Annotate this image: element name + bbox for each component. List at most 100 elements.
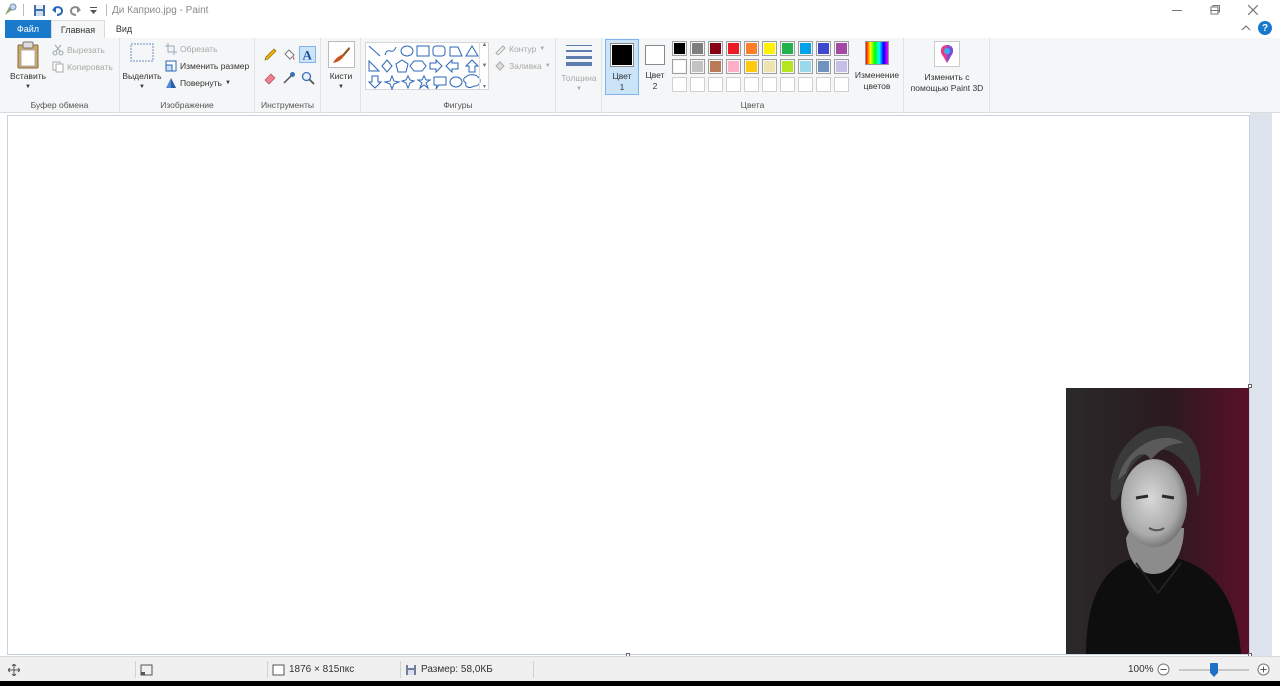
select-button[interactable]: Выделить ▼ bbox=[122, 41, 162, 93]
rotate-button[interactable]: Повернуть ▼ bbox=[165, 77, 231, 89]
tab-view[interactable]: Вид bbox=[105, 20, 143, 38]
custom-color-slot[interactable] bbox=[798, 77, 813, 92]
crop-button[interactable]: Обрезать bbox=[165, 43, 218, 55]
custom-color-slot[interactable] bbox=[744, 77, 759, 92]
edit-colors-button[interactable]: Изменение цветов bbox=[852, 41, 902, 92]
zoom-in-button[interactable] bbox=[1257, 657, 1270, 682]
edit-with-paint3d-button[interactable]: Изменить с помощью Paint 3D bbox=[906, 41, 988, 94]
undo-icon[interactable] bbox=[49, 2, 65, 18]
palette-swatch[interactable] bbox=[744, 41, 759, 56]
collapse-ribbon-icon[interactable] bbox=[1241, 23, 1251, 35]
copy-button[interactable]: Копировать bbox=[52, 61, 113, 73]
palette-swatch[interactable] bbox=[816, 59, 831, 74]
image-group-label: Изображение bbox=[160, 100, 214, 110]
fill-icon bbox=[494, 60, 506, 72]
paste-button[interactable]: Вставить ▼ bbox=[8, 41, 48, 93]
custom-color-slot[interactable] bbox=[834, 77, 849, 92]
custom-color-slot[interactable] bbox=[762, 77, 777, 92]
pencil-icon[interactable] bbox=[263, 48, 277, 62]
fill-bucket-icon[interactable] bbox=[282, 48, 296, 62]
palette-swatch[interactable] bbox=[762, 59, 777, 74]
zoom-in-icon bbox=[1257, 663, 1270, 676]
tools-group-label: Инструменты bbox=[260, 100, 314, 110]
magnifier-icon[interactable] bbox=[301, 71, 315, 85]
save-icon[interactable] bbox=[31, 2, 47, 18]
tab-home[interactable]: Главная bbox=[51, 20, 105, 38]
size-button[interactable]: Толщина ▼ bbox=[559, 42, 599, 95]
canvas-resize-handle-right[interactable] bbox=[1248, 384, 1252, 388]
resize-button[interactable]: Изменить размер bbox=[165, 60, 249, 72]
palette-swatch-color bbox=[746, 61, 757, 72]
eraser-icon[interactable] bbox=[263, 71, 277, 85]
scroll-up-icon[interactable]: ▲ bbox=[482, 42, 488, 48]
custom-color-slot[interactable] bbox=[690, 77, 705, 92]
paint-app-icon[interactable] bbox=[2, 2, 18, 18]
restore-button[interactable] bbox=[1196, 0, 1234, 20]
zoom-slider-thumb[interactable] bbox=[1210, 663, 1218, 677]
crop-label: Обрезать bbox=[180, 44, 218, 54]
palette-swatch[interactable] bbox=[798, 59, 813, 74]
customize-quick-access-icon[interactable] bbox=[85, 2, 101, 18]
minimize-icon bbox=[1172, 10, 1182, 11]
cut-button[interactable]: Вырезать bbox=[52, 44, 105, 56]
palette-swatch[interactable] bbox=[834, 41, 849, 56]
palette-swatch-color bbox=[764, 43, 775, 54]
redo-icon[interactable] bbox=[67, 2, 83, 18]
palette-swatch[interactable] bbox=[690, 41, 705, 56]
palette-swatch[interactable] bbox=[672, 59, 687, 74]
palette-swatch-color bbox=[710, 61, 721, 72]
paint3d-label-line1: Изменить с bbox=[924, 72, 970, 82]
close-button[interactable] bbox=[1234, 0, 1272, 20]
shapes-group-label: Фигуры bbox=[443, 100, 473, 110]
palette-swatch[interactable] bbox=[672, 41, 687, 56]
text-tool-icon[interactable]: A bbox=[299, 46, 316, 63]
status-divider bbox=[135, 661, 136, 678]
tools-group: A Инструменты bbox=[255, 38, 321, 113]
shapes-scroll[interactable]: ▲ ▼ ▾ bbox=[479, 42, 489, 90]
custom-color-slot[interactable] bbox=[672, 77, 687, 92]
file-size: Размер: 58,0КБ bbox=[405, 657, 493, 682]
palette-swatch[interactable] bbox=[726, 41, 741, 56]
color-picker-icon[interactable] bbox=[282, 71, 296, 85]
colors-group-label: Цвета bbox=[740, 100, 765, 110]
color2-button[interactable]: Цвет 2 bbox=[640, 39, 670, 92]
palette-swatch[interactable] bbox=[708, 59, 723, 74]
palette-swatch[interactable] bbox=[780, 41, 795, 56]
palette-swatch[interactable] bbox=[780, 59, 795, 74]
palette-swatch[interactable] bbox=[798, 41, 813, 56]
palette-swatch-color bbox=[710, 43, 721, 54]
chevron-down-icon: ▼ bbox=[25, 84, 31, 90]
custom-color-slot[interactable] bbox=[780, 77, 795, 92]
fill-label: Заливка bbox=[509, 61, 542, 71]
palette-swatch[interactable] bbox=[690, 59, 705, 74]
color1-button[interactable]: Цвет 1 bbox=[605, 39, 639, 95]
minimize-button[interactable] bbox=[1158, 0, 1196, 20]
file-size-text: Размер: 58,0КБ bbox=[421, 664, 493, 675]
restore-icon bbox=[1210, 5, 1220, 15]
paint3d-icon bbox=[934, 41, 960, 67]
help-icon[interactable]: ? bbox=[1258, 21, 1272, 35]
window-title: Ди Каприо.jpg - Paint bbox=[112, 4, 209, 16]
zoom-out-button[interactable] bbox=[1157, 657, 1170, 682]
palette-swatch[interactable] bbox=[816, 41, 831, 56]
tab-file[interactable]: Файл bbox=[5, 20, 51, 38]
rotate-icon bbox=[165, 77, 177, 89]
custom-color-slot[interactable] bbox=[726, 77, 741, 92]
drawing-canvas[interactable] bbox=[8, 116, 1249, 654]
outline-button[interactable]: Контур ▼ bbox=[494, 43, 545, 55]
palette-swatch[interactable] bbox=[708, 41, 723, 56]
expand-gallery-icon[interactable]: ▾ bbox=[483, 83, 486, 90]
palette-swatch[interactable] bbox=[726, 59, 741, 74]
palette-swatch-color bbox=[818, 61, 829, 72]
custom-color-slot[interactable] bbox=[708, 77, 723, 92]
scroll-down-icon[interactable]: ▼ bbox=[482, 63, 488, 69]
palette-swatch[interactable] bbox=[762, 41, 777, 56]
fill-button[interactable]: Заливка ▼ bbox=[494, 60, 551, 72]
shapes-gallery[interactable] bbox=[365, 42, 489, 91]
custom-color-slot[interactable] bbox=[816, 77, 831, 92]
brushes-button[interactable]: Кисти ▼ bbox=[325, 41, 357, 93]
palette-swatch[interactable] bbox=[744, 59, 759, 74]
canvas-photo bbox=[1066, 388, 1249, 654]
palette-swatch[interactable] bbox=[834, 59, 849, 74]
colors-group: Цвет 1 Цвет 2 Изменение цветов Цвета bbox=[602, 38, 904, 113]
